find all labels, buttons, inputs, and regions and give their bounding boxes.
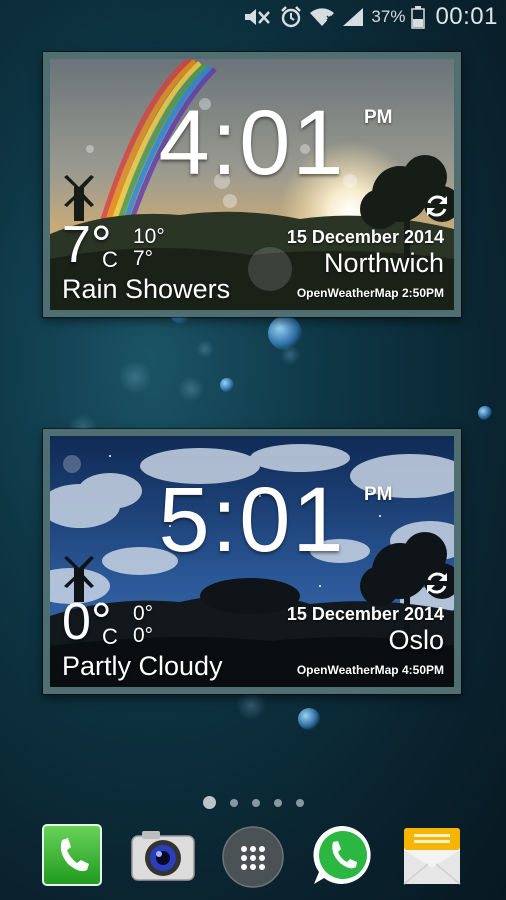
temperature-unit: C bbox=[102, 247, 118, 272]
bokeh-light bbox=[280, 345, 300, 365]
low-temperature: 0° bbox=[133, 624, 154, 647]
apps-button[interactable] bbox=[220, 822, 286, 888]
bokeh-light bbox=[220, 378, 234, 392]
battery-percent: 37% bbox=[371, 7, 406, 26]
temperature-unit: C bbox=[102, 624, 118, 649]
status-bar: 37% 00:01 bbox=[0, 0, 506, 34]
refresh-icon[interactable] bbox=[423, 192, 451, 220]
bokeh-light bbox=[196, 340, 214, 358]
battery-icon bbox=[411, 5, 426, 29]
alarm-icon bbox=[279, 5, 303, 29]
weather-source-updated: OpenWeatherMap 4:50PM bbox=[296, 663, 444, 677]
bokeh-light bbox=[236, 690, 266, 720]
weather-condition: Partly Cloudy bbox=[62, 651, 223, 681]
widget-clock-time: 4:01 bbox=[158, 92, 346, 194]
bokeh-light bbox=[478, 406, 492, 420]
weather-source-updated: OpenWeatherMap 2:50PM bbox=[296, 286, 444, 300]
low-temperature: 7° bbox=[133, 247, 154, 270]
messages-app[interactable] bbox=[400, 822, 466, 888]
phone-app[interactable] bbox=[40, 822, 106, 888]
page-dot-active[interactable] bbox=[202, 796, 216, 809]
page-indicator[interactable] bbox=[0, 796, 506, 809]
page-dot[interactable] bbox=[229, 798, 238, 807]
bokeh-light bbox=[298, 708, 320, 730]
weather-clock-widget-northwich[interactable]: 4:01 PM 7° C 10° 7° Rain Showers 15 Dece… bbox=[43, 52, 461, 317]
widget-ampm: PM bbox=[364, 484, 393, 505]
status-clock: 00:01 bbox=[435, 3, 498, 30]
refresh-icon[interactable] bbox=[423, 569, 451, 597]
widget-ampm: PM bbox=[364, 107, 393, 128]
envelope-icon bbox=[403, 828, 461, 885]
widget-date: 15 December 2014 bbox=[286, 604, 444, 624]
widget-city: Oslo bbox=[388, 625, 444, 655]
wifi-icon bbox=[309, 6, 335, 28]
widget-date: 15 December 2014 bbox=[286, 227, 444, 247]
page-dot[interactable] bbox=[295, 798, 304, 807]
apps-grid-icon bbox=[222, 826, 284, 888]
camera-app[interactable] bbox=[130, 822, 196, 888]
high-temperature: 10° bbox=[133, 225, 165, 248]
mute-icon bbox=[243, 6, 273, 28]
widget-clock-time: 5:01 bbox=[158, 469, 346, 571]
widget-city: Northwich bbox=[323, 248, 444, 278]
whatsapp-icon bbox=[313, 825, 371, 884]
page-dot[interactable] bbox=[273, 798, 282, 807]
weather-clock-widget-oslo[interactable]: 5:01 PM 0° C 0° 0° Partly Cloudy 15 Dece… bbox=[43, 429, 461, 694]
bokeh-light bbox=[118, 360, 152, 394]
high-temperature: 0° bbox=[133, 602, 154, 625]
camera-icon bbox=[131, 831, 195, 881]
app-dock bbox=[0, 822, 506, 894]
whatsapp-app[interactable] bbox=[310, 822, 376, 888]
weather-condition: Rain Showers bbox=[62, 274, 231, 304]
page-dot[interactable] bbox=[251, 798, 260, 807]
signal-icon bbox=[341, 6, 365, 28]
bokeh-light bbox=[178, 376, 204, 402]
phone-icon bbox=[42, 824, 102, 886]
